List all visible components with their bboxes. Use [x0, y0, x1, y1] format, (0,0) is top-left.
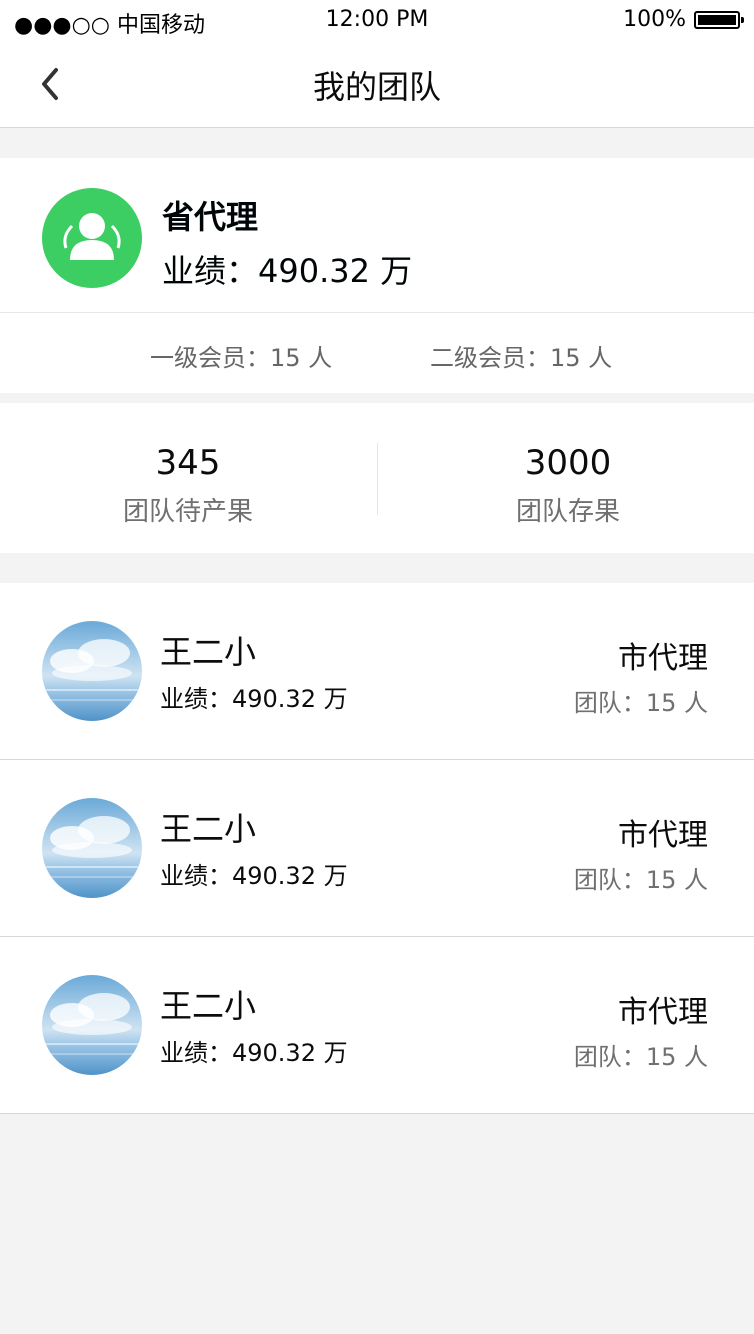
- stock-fruit-value: 3000: [524, 443, 612, 483]
- sky-avatar-image: [42, 798, 142, 898]
- battery-status: 100%: [623, 7, 744, 32]
- team-stats-card: 345 团队待产果 3000 团队存果: [0, 403, 754, 553]
- sky-avatar-image: [42, 975, 142, 1075]
- member-performance: 业绩：490.32 万: [160, 685, 348, 713]
- member-team-count: 团队：15 人: [573, 689, 708, 717]
- member-level: 市代理: [618, 818, 708, 853]
- member-name: 王二小: [160, 633, 257, 671]
- battery-icon: [694, 10, 744, 29]
- avatar: [42, 188, 142, 288]
- pending-fruit-value: 345: [155, 443, 221, 483]
- battery-percent: 100%: [623, 7, 686, 32]
- nav-bar: 我的团队: [0, 40, 754, 128]
- member-team-count: 团队：15 人: [573, 1043, 708, 1071]
- page-title: 我的团队: [312, 68, 441, 106]
- list-item[interactable]: 王二小 业绩：490.32 万 市代理 团队：15 人: [0, 583, 754, 760]
- level1-members[interactable]: 一级会员：15 人: [150, 338, 332, 373]
- list-item[interactable]: 王二小 业绩：490.32 万 市代理 团队：15 人: [0, 937, 754, 1114]
- member-name: 王二小: [160, 810, 257, 848]
- avatar: [42, 621, 142, 721]
- avatar: [42, 975, 142, 1075]
- member-performance: 业绩：490.32 万: [160, 1039, 348, 1067]
- divider: [0, 312, 754, 313]
- member-team-count: 团队：15 人: [573, 866, 708, 894]
- user-icon: [63, 213, 121, 260]
- member-level: 市代理: [618, 995, 708, 1030]
- member-list: 王二小 业绩：490.32 万 市代理 团队：15 人 王二小 业绩：490.3…: [0, 583, 754, 1114]
- member-name: 王二小: [160, 987, 257, 1025]
- member-performance: 业绩：490.32 万: [160, 862, 348, 890]
- avatar: [42, 798, 142, 898]
- list-item[interactable]: 王二小 业绩：490.32 万 市代理 团队：15 人: [0, 760, 754, 937]
- sky-avatar-image: [42, 621, 142, 721]
- stats-divider: [377, 443, 378, 515]
- pending-fruit-label: 团队待产果: [122, 497, 253, 527]
- rank-title: 省代理: [162, 198, 259, 236]
- team-summary-card: 省代理 业绩：490.32 万 一级会员：15 人 二级会员：15 人: [0, 158, 754, 393]
- level2-members[interactable]: 二级会员：15 人: [430, 338, 612, 373]
- status-bar: ●●●○○ 中国移动 12:00 PM 100%: [0, 0, 754, 40]
- performance-value: 业绩：490.32 万: [162, 252, 413, 290]
- stock-fruit-label: 团队存果: [515, 497, 620, 527]
- member-level: 市代理: [618, 641, 708, 676]
